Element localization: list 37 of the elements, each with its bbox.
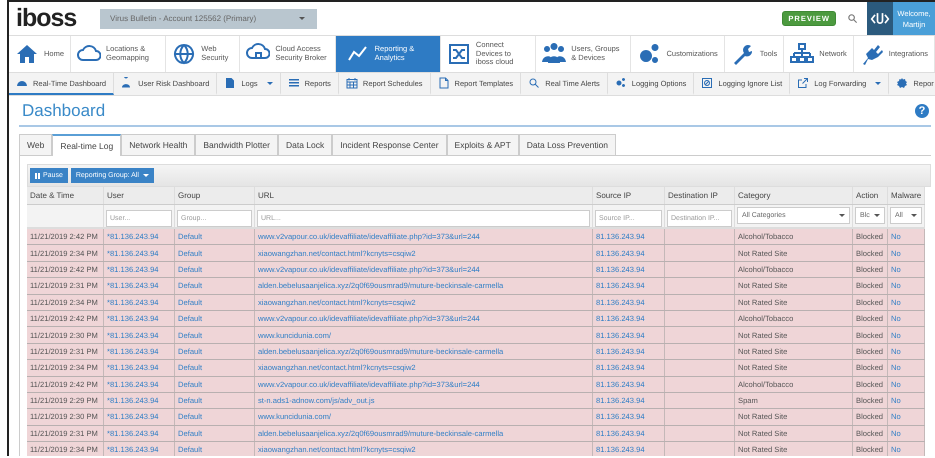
gear-icon — [896, 77, 908, 89]
column-header[interactable]: Action — [853, 187, 888, 204]
external-link-icon — [797, 77, 810, 89]
search-icon[interactable] — [847, 13, 858, 24]
list-icon — [288, 77, 300, 89]
tab[interactable]: Exploits & APT — [446, 134, 519, 155]
page-title: Dashboard — [22, 101, 106, 121]
column-header[interactable]: URL — [255, 187, 593, 204]
column-header[interactable]: Source IP — [593, 187, 665, 204]
magnifier-icon — [528, 77, 540, 89]
calendar-icon — [346, 77, 358, 89]
tab[interactable]: Data Loss Prevention — [518, 134, 616, 155]
blocked-list-icon — [701, 77, 714, 89]
tab[interactable]: Network Health — [121, 134, 196, 155]
caret-icon — [266, 82, 273, 84]
house-icon — [15, 42, 39, 66]
document-icon — [438, 77, 450, 89]
help-button[interactable]: ? — [915, 104, 929, 118]
tab[interactable]: Incident Response Center — [332, 134, 447, 155]
column-header[interactable]: Group — [175, 187, 255, 204]
ui-switch-button[interactable] — [867, 2, 893, 35]
network-icon — [790, 42, 814, 66]
logo[interactable]: iboss — [16, 4, 90, 33]
tab[interactable]: Web — [19, 134, 52, 155]
globe-icon — [172, 42, 196, 66]
tab[interactable]: Data Lock — [278, 134, 332, 155]
tab[interactable]: Bandwidth Plotter — [195, 134, 278, 155]
tab[interactable]: Real-time Log — [52, 134, 122, 156]
account-select[interactable]: Virus Bulletin - Account 125562 (Primary) — [100, 8, 317, 28]
column-header[interactable]: Destination IP — [665, 187, 735, 204]
document-icon — [224, 77, 236, 89]
people-icon — [542, 42, 566, 66]
caret-icon — [875, 82, 882, 84]
column-header[interactable]: Date & Time — [27, 187, 104, 204]
column-header[interactable]: Category — [735, 187, 853, 204]
column-header[interactable]: User — [104, 187, 175, 204]
column-header[interactable]: Malware — [888, 187, 925, 204]
